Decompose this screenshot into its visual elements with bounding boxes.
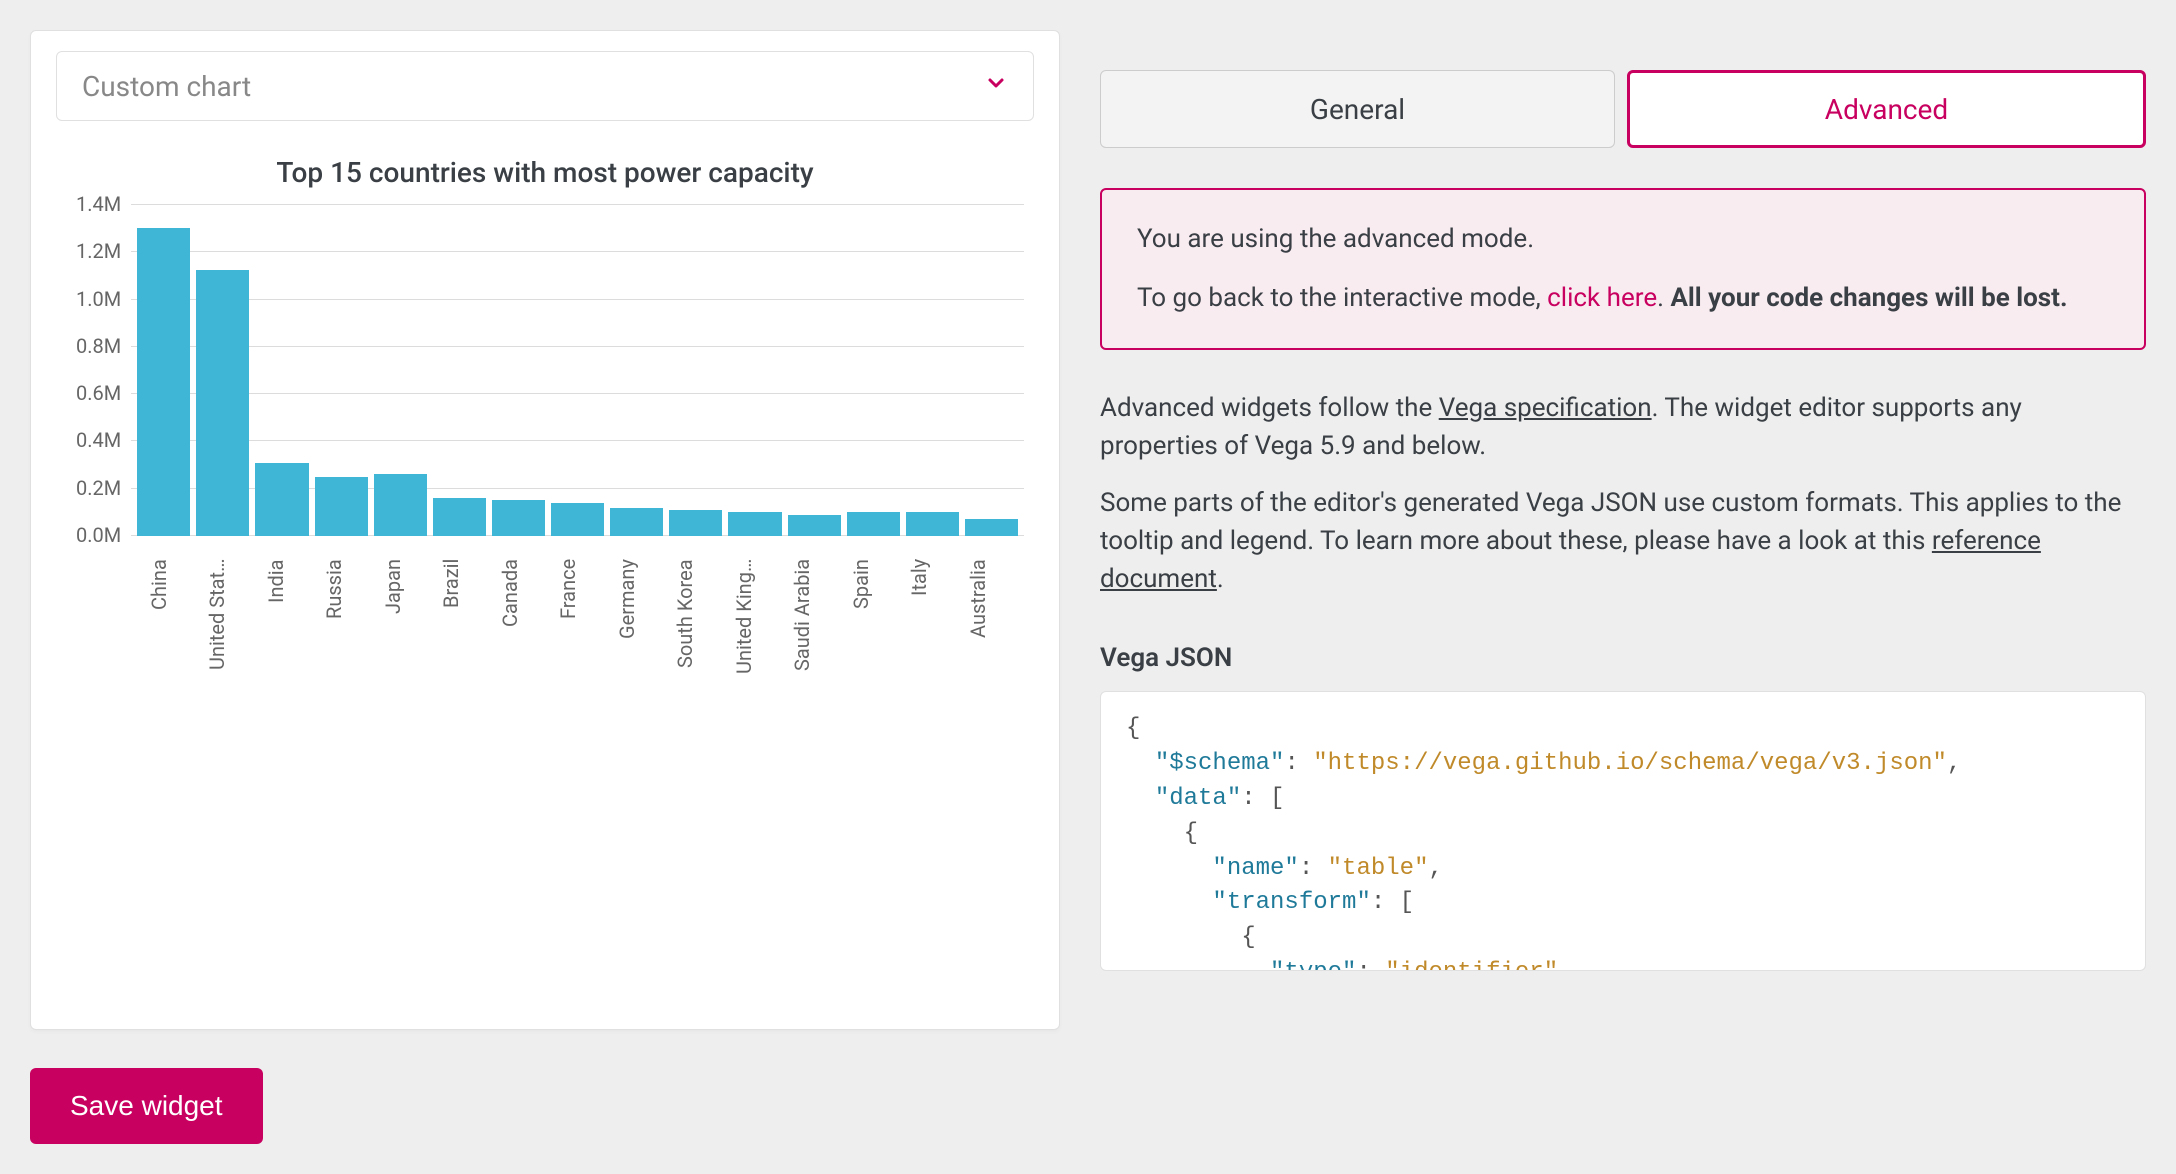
y-tick: 1.0M: [76, 287, 121, 311]
bar[interactable]: [433, 498, 486, 536]
x-tick: China: [147, 559, 199, 729]
code-string: "https://vega.github.io/schema/vega/v3.j…: [1313, 750, 1947, 777]
x-tick: Brazil: [439, 559, 491, 729]
code-string: "identifier": [1385, 959, 1558, 971]
bar[interactable]: [492, 500, 545, 536]
bar[interactable]: [610, 508, 663, 536]
x-tick: Germany: [615, 559, 667, 729]
tabs: General Advanced: [1100, 70, 2146, 148]
x-tick: Saudi Arabia: [790, 559, 842, 729]
info-paragraph-1: Advanced widgets follow the Vega specifi…: [1100, 390, 2146, 465]
bar[interactable]: [196, 270, 249, 536]
x-tick: Italy: [907, 559, 959, 729]
x-tick: South Korea: [673, 559, 725, 729]
bar[interactable]: [906, 512, 959, 536]
code-key: "$schema": [1155, 750, 1285, 777]
settings-panel: General Advanced You are using the advan…: [1100, 30, 2146, 990]
info-paragraph-2: Some parts of the editor's generated Veg…: [1100, 485, 2146, 598]
chevron-down-icon: [984, 71, 1008, 101]
vega-json-label: Vega JSON: [1100, 643, 2146, 673]
y-tick: 1.2M: [76, 239, 121, 263]
x-tick: Australia: [966, 559, 1018, 729]
y-tick: 0.4M: [76, 428, 121, 452]
x-tick: India: [264, 559, 316, 729]
code-key: "type": [1270, 959, 1356, 971]
code-key: "transform": [1212, 889, 1370, 916]
chart-type-select[interactable]: Custom chart: [56, 51, 1034, 121]
vega-json-editor[interactable]: { "$schema": "https://vega.github.io/sch…: [1100, 691, 2146, 971]
bar[interactable]: [788, 515, 841, 536]
x-tick: Canada: [498, 559, 550, 729]
advanced-mode-alert: You are using the advanced mode. To go b…: [1100, 188, 2146, 350]
y-axis: 1.4M 1.2M 1.0M 0.8M 0.6M 0.4M 0.2M 0.0M: [76, 192, 131, 547]
x-tick: United Stat…: [205, 559, 257, 729]
tab-advanced[interactable]: Advanced: [1627, 70, 2146, 148]
x-tick: United King…: [732, 559, 784, 729]
chart-preview-panel: Custom chart Top 15 countries with most …: [30, 30, 1060, 1030]
chart-plot-area: 1.4M1.2M1.0M0.8M0.6M0.4M0.2M0.0M: [56, 204, 1034, 547]
main-row: Custom chart Top 15 countries with most …: [30, 30, 2146, 1030]
bar[interactable]: [965, 519, 1018, 536]
code-string: "table": [1328, 855, 1429, 882]
save-widget-button[interactable]: Save widget: [30, 1068, 263, 1144]
x-tick: France: [556, 559, 608, 729]
y-tick: 0.8M: [76, 334, 121, 358]
alert-line-1: You are using the advanced mode.: [1137, 220, 2109, 259]
bar[interactable]: [728, 512, 781, 536]
bar[interactable]: [551, 503, 604, 536]
y-tick: 1.4M: [76, 192, 121, 216]
go-back-link[interactable]: click here: [1547, 283, 1657, 313]
bar[interactable]: [315, 477, 368, 536]
bar[interactable]: [669, 510, 722, 536]
chart-title: Top 15 countries with most power capacit…: [56, 156, 1034, 189]
bars-container: [131, 204, 1024, 536]
y-tick: 0.2M: [76, 476, 121, 500]
bar[interactable]: [847, 512, 900, 536]
y-tick: 0.0M: [76, 523, 121, 547]
x-axis: ChinaUnited Stat…IndiaRussiaJapanBrazilC…: [141, 559, 1024, 729]
x-tick: Spain: [849, 559, 901, 729]
chart-type-label: Custom chart: [82, 70, 251, 103]
y-tick: 0.6M: [76, 381, 121, 405]
x-tick: Japan: [381, 559, 433, 729]
info-p1-pre: Advanced widgets follow the: [1100, 393, 1439, 423]
widget-editor-root: Custom chart Top 15 countries with most …: [0, 0, 2176, 1174]
alert-line-2: To go back to the interactive mode, clic…: [1137, 279, 2109, 318]
alert-line2-pre: To go back to the interactive mode,: [1137, 283, 1547, 313]
bar[interactable]: [374, 474, 427, 536]
tab-general[interactable]: General: [1100, 70, 1615, 148]
alert-line2-bold: All your code changes will be lost.: [1670, 283, 2067, 313]
code-key: "data": [1155, 785, 1241, 812]
bar[interactable]: [137, 228, 190, 536]
plot-area: [131, 204, 1024, 536]
bar[interactable]: [255, 463, 308, 537]
alert-line2-mid: .: [1657, 283, 1670, 313]
code-key: "name": [1212, 855, 1298, 882]
info-p2-post: .: [1217, 564, 1224, 594]
x-tick: Russia: [322, 559, 374, 729]
vega-spec-link[interactable]: Vega specification: [1439, 393, 1652, 423]
